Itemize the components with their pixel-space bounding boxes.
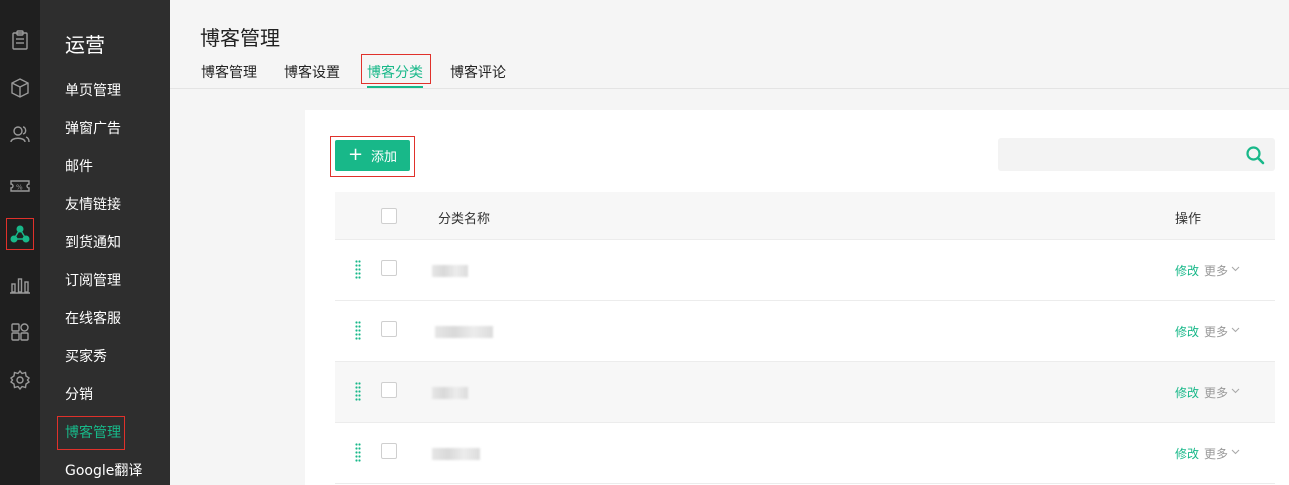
add-button[interactable]: + 添加	[335, 140, 410, 171]
edit-link[interactable]: 修改	[1175, 262, 1199, 279]
chevron-down-icon	[1231, 266, 1240, 272]
select-all-checkbox[interactable]	[381, 208, 397, 224]
more-dropdown[interactable]: 更多	[1204, 445, 1228, 462]
more-dropdown[interactable]: 更多	[1204, 262, 1228, 279]
menu-item-live-chat[interactable]: 在线客服	[65, 309, 121, 329]
tab-blog-categories[interactable]: 博客分类	[367, 62, 423, 88]
menu-item-distribution[interactable]: 分销	[65, 385, 93, 405]
edit-link[interactable]: 修改	[1175, 445, 1199, 462]
menu-item-buyer-show[interactable]: 买家秀	[65, 347, 107, 367]
menu-item-arrival-notice[interactable]: 到货通知	[65, 233, 121, 253]
add-button-label: 添加	[371, 150, 398, 165]
drag-handle-icon[interactable]	[355, 382, 361, 402]
menu-item-email[interactable]: 邮件	[65, 157, 93, 177]
blurred-category-name	[432, 387, 468, 399]
column-header-ops: 操作	[1175, 212, 1202, 227]
drag-handle-icon[interactable]	[355, 321, 361, 341]
coupon-icon[interactable]: %	[6, 170, 34, 202]
blurred-category-name	[432, 265, 468, 277]
tab-blog-management[interactable]: 博客管理	[201, 62, 257, 82]
blurred-category-name	[432, 448, 480, 460]
table-row: 修改 更多	[335, 423, 1275, 484]
table-row: 修改 更多	[335, 240, 1275, 301]
search-icon[interactable]	[1245, 145, 1265, 165]
menu-item-subscription[interactable]: 订阅管理	[65, 271, 121, 291]
svg-text:%: %	[16, 184, 23, 192]
page-header: 博客管理 博客管理 博客设置 博客分类 博客评论	[170, 0, 1289, 89]
menu-item-popup-ads[interactable]: 弹窗广告	[65, 119, 121, 139]
row-checkbox[interactable]	[381, 321, 397, 337]
row-checkbox[interactable]	[381, 443, 397, 459]
chart-icon[interactable]	[6, 268, 34, 300]
menu-item-blog-management[interactable]: 博客管理	[57, 416, 125, 450]
page-title: 博客管理	[200, 26, 280, 50]
chevron-down-icon	[1231, 388, 1240, 394]
users-icon[interactable]	[6, 118, 34, 150]
chevron-down-icon	[1231, 449, 1240, 455]
more-dropdown[interactable]: 更多	[1204, 323, 1228, 340]
gear-icon[interactable]	[6, 364, 34, 396]
icon-rail: %	[0, 0, 40, 485]
menu-item-google-translate[interactable]: Google翻译	[65, 461, 142, 481]
table-row: 修改 更多	[335, 301, 1275, 362]
blurred-category-name	[435, 326, 493, 338]
table-row: 修改 更多	[335, 362, 1275, 423]
column-header-name: 分类名称	[438, 212, 491, 227]
table-header: 分类名称 操作	[335, 192, 1275, 240]
menu-item-single-page[interactable]: 单页管理	[65, 81, 121, 101]
edit-link[interactable]: 修改	[1175, 323, 1199, 340]
drag-handle-icon[interactable]	[355, 260, 361, 280]
box-icon[interactable]	[6, 72, 34, 104]
drag-handle-icon[interactable]	[355, 443, 361, 463]
menu-title: 运营	[65, 33, 105, 57]
plus-icon: +	[347, 143, 364, 165]
row-checkbox[interactable]	[381, 260, 397, 276]
content-card: + 添加 分类名称 操作 修改 更多 修改 更多 修改 更多 修改 更多	[305, 110, 1289, 485]
clipboard-icon[interactable]	[6, 24, 34, 56]
apps-icon[interactable]	[6, 316, 34, 348]
row-checkbox[interactable]	[381, 382, 397, 398]
more-dropdown[interactable]: 更多	[1204, 384, 1228, 401]
menu-item-friend-links[interactable]: 友情链接	[65, 195, 121, 215]
tab-blog-comments[interactable]: 博客评论	[450, 62, 506, 82]
tab-blog-settings[interactable]: 博客设置	[284, 62, 340, 82]
module-menu: 运营 单页管理 弹窗广告 邮件 友情链接 到货通知 订阅管理 在线客服 买家秀 …	[40, 0, 170, 485]
edit-link[interactable]: 修改	[1175, 384, 1199, 401]
marketing-icon[interactable]	[6, 218, 34, 250]
search-input[interactable]	[998, 138, 1238, 171]
chevron-down-icon	[1231, 327, 1240, 333]
search-box	[998, 138, 1275, 171]
